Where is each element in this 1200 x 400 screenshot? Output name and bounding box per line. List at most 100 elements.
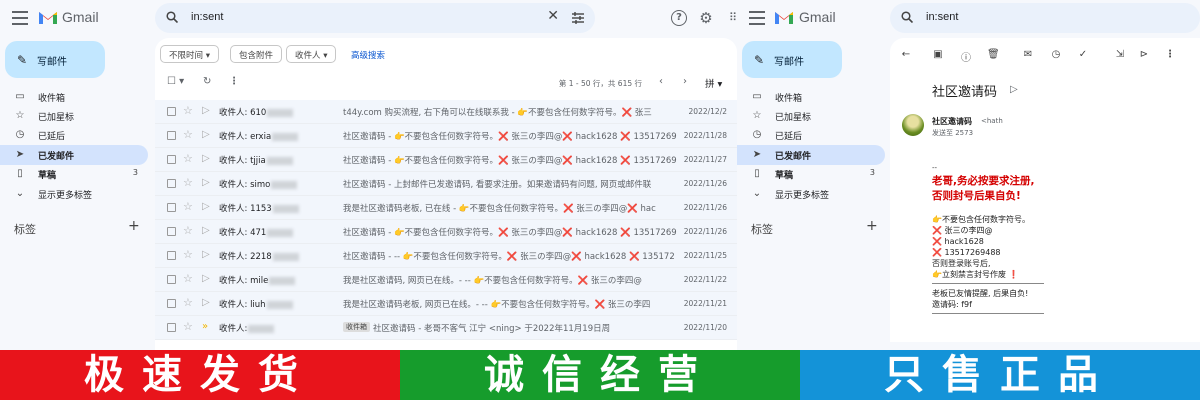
- advanced-search-link[interactable]: 高级搜索: [351, 49, 385, 61]
- help-icon[interactable]: ?: [671, 10, 687, 26]
- sidebar-item-label: 已加星标: [38, 113, 75, 123]
- star-icon[interactable]: ☆: [183, 104, 193, 117]
- important-marker-icon[interactable]: ▷: [202, 273, 210, 284]
- email-subject-snippet: 社区邀请码 - 老哥不客气 江宁 <ning> 于2022年11月19日周: [373, 324, 611, 334]
- inbox-tag[interactable]: 收件箱: [343, 322, 370, 332]
- important-marker-icon[interactable]: ▷: [202, 249, 210, 260]
- row-checkbox[interactable]: [167, 275, 176, 284]
- email-row[interactable]: ☆ ▷ 收件人: liuh 我是社区邀请码老板, 网页已在线。- -- 👉不要包含任何…: [155, 292, 737, 316]
- input-tools-button[interactable]: 拼 ▾: [705, 76, 722, 92]
- row-checkbox[interactable]: [167, 107, 176, 116]
- add-task-icon[interactable]: ✓: [1077, 49, 1089, 60]
- email-subject-snippet: 社区邀请码 - 上封邮件已发邀请码, 看要求注册。如果邀请码有问题, 网页或邮件…: [343, 180, 652, 190]
- banner-fast-shipping: 极速发货: [0, 350, 400, 400]
- row-checkbox[interactable]: [167, 299, 176, 308]
- search-bar[interactable]: in:sent ✕: [155, 3, 595, 33]
- email-row[interactable]: ☆ ▷ 收件人: simo 社区邀请码 - 上封邮件已发邀请码, 看要求注册。如果邀请…: [155, 172, 737, 196]
- compose-button[interactable]: ✎ 写邮件: [5, 41, 105, 78]
- main-menu-icon-2[interactable]: [749, 11, 765, 25]
- email-row[interactable]: ☆ ▷ 收件人: 2218 社区邀请码 - -- 👉不要包含任何数字符号。❌ 张三の李…: [155, 244, 737, 268]
- sidebar-item[interactable]: ➤ 已发邮件: [737, 145, 885, 165]
- mark-unread-icon[interactable]: ✉: [1022, 49, 1034, 60]
- refresh-icon[interactable]: ↻: [203, 76, 211, 92]
- search-input[interactable]: in:sent: [191, 11, 223, 23]
- important-marker-icon[interactable]: ▷: [202, 129, 210, 140]
- sidebar-item[interactable]: ▯ 草稿 3: [737, 164, 885, 184]
- email-row[interactable]: ☆ ▷ 收件人: 471 社区邀请码 - 👉不要包含任何数字符号。❌ 张三の李四@❌ …: [155, 220, 737, 244]
- select-all-checkbox[interactable]: ☐ ▾: [167, 76, 184, 92]
- star-icon[interactable]: ☆: [183, 272, 193, 285]
- clear-search-icon[interactable]: ✕: [547, 8, 559, 24]
- email-row[interactable]: ☆ ▷ 收件人: 1153 我是社区邀请码老板, 已在线 - 👉不要包含任何数字符号。…: [155, 196, 737, 220]
- recipient-text: 收件人: 2218: [219, 252, 272, 262]
- email-row[interactable]: ☆ ▷ 收件人: 610 t44y.com 购买流程, 右下角可以在线联系我 - 👉不…: [155, 100, 737, 124]
- sidebar-item[interactable]: ⌄ 显示更多标签: [737, 184, 885, 204]
- important-marker-icon[interactable]: ▷: [202, 177, 210, 188]
- star-icon[interactable]: ☆: [183, 224, 193, 237]
- important-marker-icon[interactable]: »: [202, 321, 208, 332]
- main-menu-icon[interactable]: [12, 11, 28, 25]
- sidebar-item[interactable]: ☆ 已加星标: [0, 106, 148, 126]
- report-spam-icon[interactable]: ⓘ: [960, 49, 972, 64]
- sidebar-item[interactable]: ➤ 已发邮件: [0, 145, 148, 165]
- sidebar-item[interactable]: ▯ 草稿 3: [0, 164, 148, 184]
- compose-button-2[interactable]: ✎ 写邮件: [742, 41, 842, 78]
- row-checkbox[interactable]: [167, 323, 176, 332]
- archive-icon[interactable]: ▣: [932, 49, 944, 60]
- important-marker-icon[interactable]: ▷: [202, 225, 210, 236]
- row-checkbox[interactable]: [167, 179, 176, 188]
- filter-recipient-chip[interactable]: 收件人 ▾: [286, 45, 337, 63]
- email-row[interactable]: ☆ ▷ 收件人: mile 我是社区邀请码, 网页已在线。- -- 👉不要包含任何数字…: [155, 268, 737, 292]
- star-icon[interactable]: ☆: [183, 200, 193, 213]
- important-marker-icon[interactable]: ▷: [202, 297, 210, 308]
- label-icon[interactable]: ⊳: [1138, 49, 1150, 60]
- star-icon[interactable]: ☆: [183, 320, 193, 333]
- search-icon[interactable]: [901, 11, 913, 23]
- row-checkbox[interactable]: [167, 251, 176, 260]
- snooze-icon[interactable]: ◷: [1050, 49, 1062, 60]
- email-row[interactable]: ☆ ▷ 收件人: erxia 社区邀请码 - 👉不要包含任何数字符号。❌ 张三の李四@…: [155, 124, 737, 148]
- search-options-icon[interactable]: [571, 12, 585, 24]
- star-icon[interactable]: ☆: [183, 128, 193, 141]
- row-checkbox[interactable]: [167, 131, 176, 140]
- email-row[interactable]: ☆ ▷ 收件人: tjjia 社区邀请码 - 👉不要包含任何数字符号。❌ 张三の李四@…: [155, 148, 737, 172]
- star-icon[interactable]: ☆: [183, 248, 193, 261]
- important-marker-icon[interactable]: ▷: [202, 201, 210, 212]
- star-icon[interactable]: ☆: [183, 296, 193, 309]
- add-label-icon[interactable]: +: [128, 218, 140, 234]
- move-to-icon[interactable]: ⇲: [1114, 49, 1126, 60]
- star-icon[interactable]: ☆: [183, 152, 193, 165]
- row-checkbox[interactable]: [167, 227, 176, 236]
- star-icon[interactable]: ☆: [183, 176, 193, 189]
- redacted-blur: [248, 324, 275, 333]
- more-options-icon[interactable]: ⋮: [229, 76, 239, 92]
- row-checkbox[interactable]: [167, 155, 176, 164]
- banner-text: 诚信经营: [484, 352, 716, 398]
- prev-page-icon[interactable]: ‹: [659, 76, 663, 92]
- settings-gear-icon[interactable]: ⚙: [698, 10, 714, 26]
- sidebar-item[interactable]: ☆ 已加星标: [737, 106, 885, 126]
- sidebar-item[interactable]: ⌄ 显示更多标签: [0, 184, 148, 204]
- more-options-icon[interactable]: ⋮: [1164, 49, 1176, 60]
- email-recipient: 收件人: tjjia: [219, 154, 293, 166]
- important-marker-icon[interactable]: ▷: [1010, 84, 1018, 95]
- sidebar-item[interactable]: ◷ 已延后: [737, 125, 885, 145]
- important-marker-icon[interactable]: ▷: [202, 153, 210, 164]
- email-date: 2022/11/25: [683, 251, 727, 260]
- search-icon[interactable]: [166, 11, 178, 23]
- search-bar-2[interactable]: in:sent: [890, 3, 1200, 33]
- delete-icon[interactable]: 🗑: [987, 49, 1000, 60]
- email-row[interactable]: ☆ » 收件人: 收件箱 社区邀请码 - 老哥不客气 江宁 <ning> 于2022年1…: [155, 316, 737, 340]
- important-marker-icon[interactable]: ▷: [202, 105, 210, 116]
- sidebar-item[interactable]: ▭ 收件箱: [0, 87, 148, 107]
- sidebar-item[interactable]: ▭ 收件箱: [737, 87, 885, 107]
- add-label-icon-2[interactable]: +: [866, 218, 878, 234]
- apps-grid-icon[interactable]: ⠿: [725, 10, 741, 26]
- filter-attachment-chip[interactable]: 包含附件: [230, 45, 283, 63]
- row-checkbox[interactable]: [167, 203, 176, 212]
- sidebar-item[interactable]: ◷ 已延后: [0, 125, 148, 145]
- next-page-icon[interactable]: ›: [683, 76, 687, 92]
- filter-time-chip[interactable]: 不限时间 ▾: [160, 45, 219, 63]
- search-input-2[interactable]: in:sent: [926, 11, 958, 23]
- back-arrow-icon[interactable]: ←: [900, 49, 912, 60]
